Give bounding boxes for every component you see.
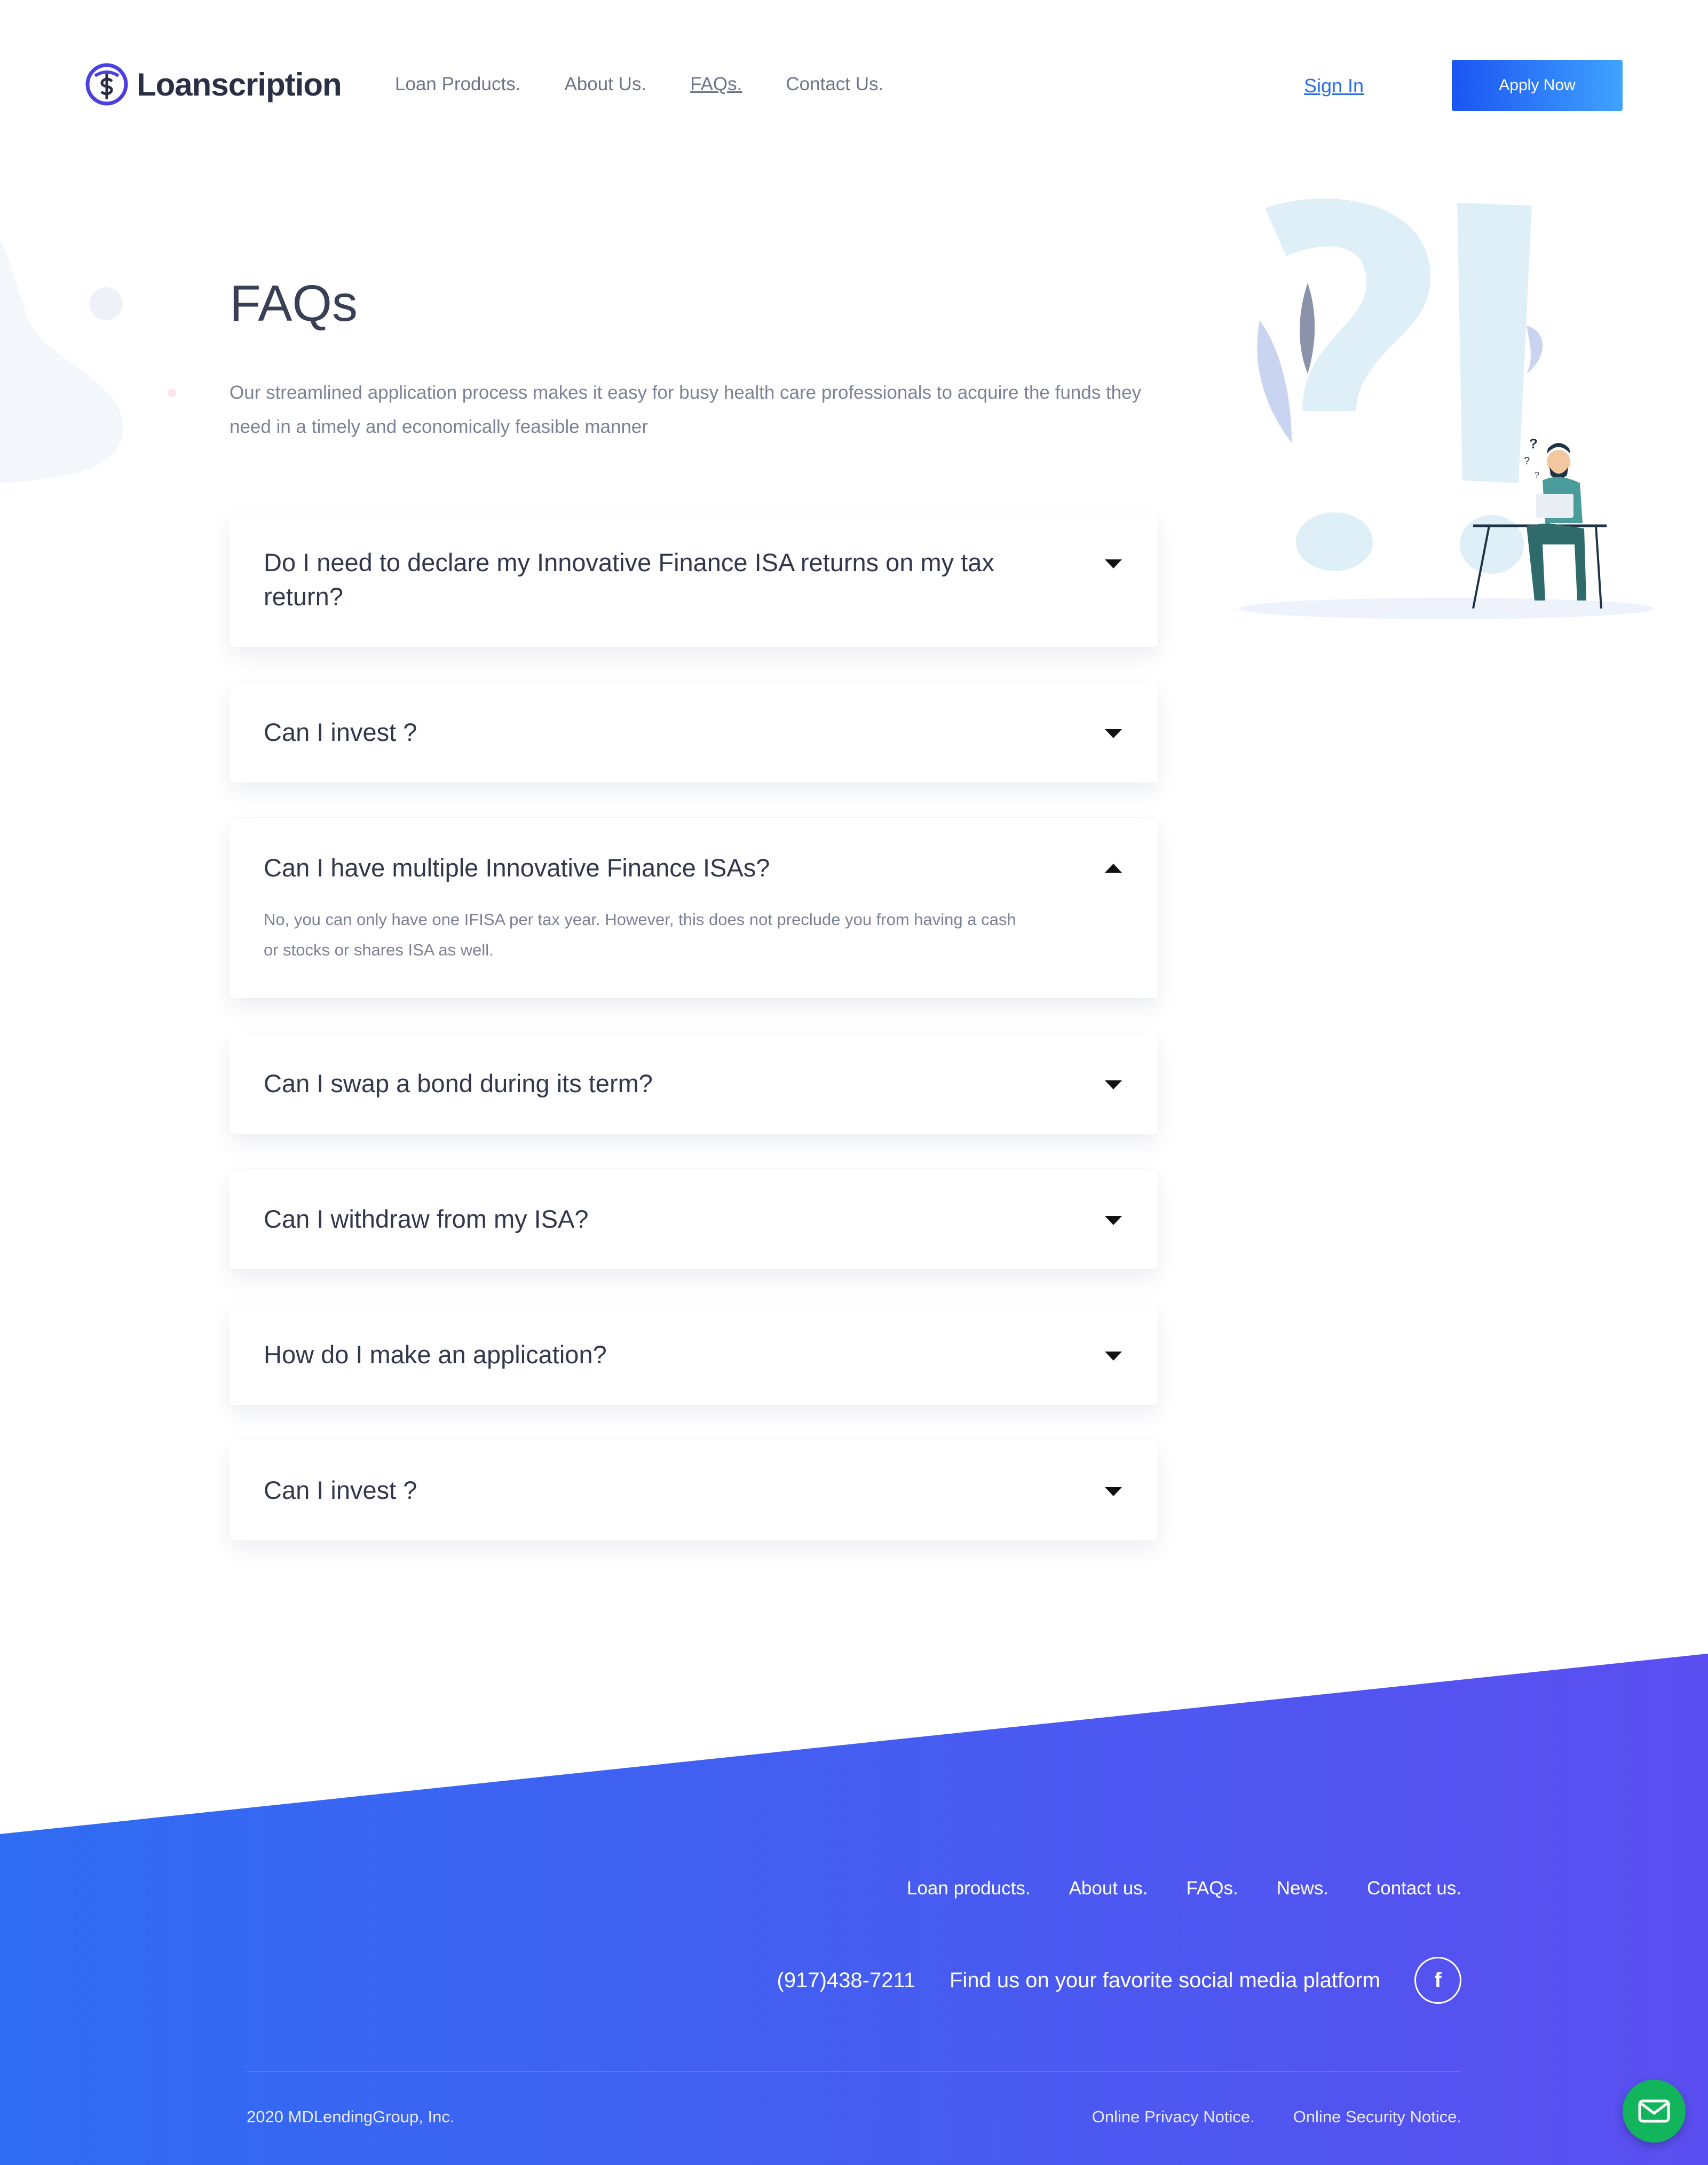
footer-link-about-us[interactable]: About us. [1069,1878,1148,1899]
svg-text:?: ? [1535,471,1539,480]
chevron-down-icon[interactable] [1105,1487,1122,1496]
faq-item[interactable]: Can I invest ? [230,682,1158,783]
brand-name: Loanscription [137,66,342,102]
decorative-blob [0,239,123,484]
faq-question: Do I need to declare my Innovative Finan… [264,548,994,611]
phone-number[interactable]: (917)438-7211 [777,1969,915,1993]
page-title: FAQs [230,275,358,332]
svg-text:?: ? [1524,455,1530,467]
brand-logo[interactable]: Loanscription [84,62,342,107]
faq-question: Can I withdraw from my ISA? [264,1205,589,1233]
chat-button[interactable] [1623,2080,1686,2143]
nav-item-contact-us[interactable]: Contact Us. [786,74,883,95]
chevron-down-icon[interactable] [1105,729,1122,738]
footer-background [0,1654,1708,2165]
footer-contact: (917)438-7211 Find us on your favorite s… [777,1957,1461,2004]
faq-item[interactable]: Can I invest ? [230,1440,1158,1540]
faq-answer: No, you can only have one IFISA per tax … [264,910,1016,959]
faq-question: Can I invest ? [264,1476,417,1504]
faq-question: How do I make an application? [264,1340,607,1369]
question-illustration: ? ? ? [1238,199,1655,619]
faq-question: Can I have multiple Innovative Finance I… [264,854,770,882]
security-notice-link[interactable]: Online Security Notice. [1293,2107,1461,2127]
site-footer: Loan products. About us. FAQs. News. Con… [0,1649,1708,2165]
faq-item[interactable]: How do I make an application? [230,1305,1158,1405]
decorative-dot [168,389,176,397]
faq-item[interactable]: Can I swap a bond during its term? [230,1033,1158,1134]
nav-item-faqs[interactable]: FAQs. [690,74,742,95]
decorative-dot [90,287,123,320]
faq-item[interactable]: Can I withdraw from my ISA? [230,1169,1158,1269]
caduceus-dollar-icon [85,63,128,106]
chevron-down-icon[interactable] [1105,1216,1122,1225]
chevron-down-icon[interactable] [1105,559,1122,568]
site-header: Loanscription Loan Products. About Us. F… [0,0,1708,176]
footer-divider [247,2071,1461,2072]
sign-in-link[interactable]: Sign In [1304,75,1364,97]
main-nav: Loan Products. About Us. FAQs. Contact U… [395,74,927,95]
copyright: 2020 MDLendingGroup, Inc. [247,2107,455,2126]
footer-link-faqs[interactable]: FAQs. [1186,1878,1238,1899]
privacy-notice-link[interactable]: Online Privacy Notice. [1092,2107,1255,2127]
svg-text:?: ? [1529,436,1538,452]
nav-item-loan-products[interactable]: Loan Products. [395,74,520,95]
intro-text: Our streamlined application process make… [230,382,1142,437]
nav-item-about-us[interactable]: About Us. [564,74,646,95]
chevron-down-icon[interactable] [1105,1080,1122,1089]
faq-item[interactable]: Do I need to declare my Innovative Finan… [230,512,1158,647]
social-text: Find us on your favorite social media pl… [949,1968,1380,1992]
footer-link-loan-products[interactable]: Loan products. [907,1878,1031,1899]
footer-link-news[interactable]: News. [1277,1878,1329,1899]
faq-list: Do I need to declare my Innovative Finan… [230,512,1158,1576]
legal-links: Online Privacy Notice. Online Security N… [1054,2107,1461,2127]
footer-nav: Loan products. About us. FAQs. News. Con… [868,1878,1461,1899]
facebook-icon[interactable]: f [1414,1957,1461,2004]
envelope-icon [1638,2099,1670,2123]
faq-item-expanded[interactable]: Can I have multiple Innovative Finance I… [230,818,1158,998]
faq-question: Can I invest ? [264,718,417,746]
faq-question: Can I swap a bond during its term? [264,1069,653,1097]
footer-link-contact-us[interactable]: Contact us. [1367,1878,1461,1899]
chevron-down-icon[interactable] [1105,1352,1122,1361]
chevron-up-icon[interactable] [1105,864,1122,873]
apply-now-button[interactable]: Apply Now [1452,60,1623,111]
